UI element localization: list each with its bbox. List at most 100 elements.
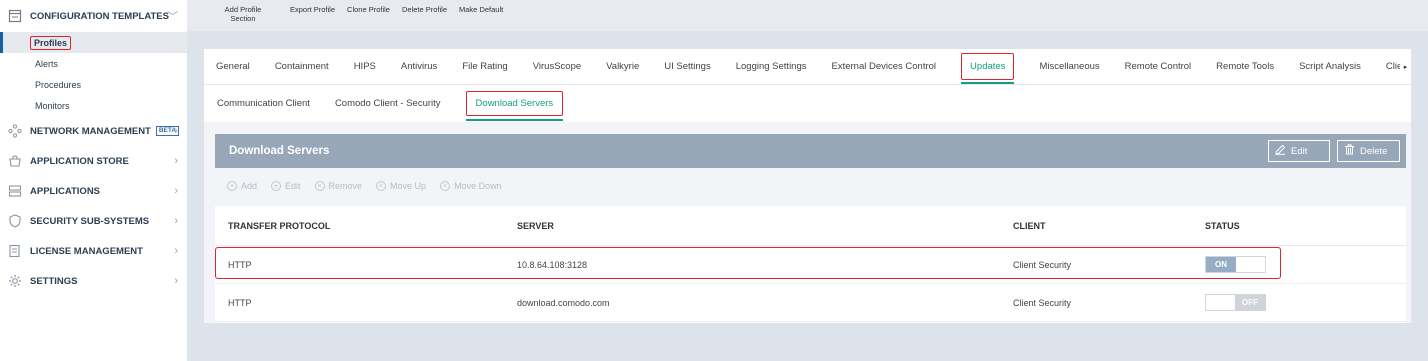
- subtab-download-servers[interactable]: Download Servers: [465, 85, 564, 121]
- clone-profile-button[interactable]: Clone Profile: [347, 5, 390, 14]
- edit-action[interactable]: + Edit: [271, 181, 301, 191]
- nav-license-management[interactable]: LICENSE MANAGEMENT ›: [0, 236, 187, 266]
- chevron-right-icon: ›: [174, 185, 178, 197]
- move-up-action[interactable]: ˄ Move Up: [376, 181, 426, 191]
- nav-network-management[interactable]: NETWORK MANAGEMENT BETA ›: [0, 116, 187, 146]
- nav-settings[interactable]: SETTINGS ›: [0, 266, 187, 296]
- nav-label: SECURITY SUB-SYSTEMS: [30, 215, 150, 227]
- sidebar-item-profiles[interactable]: Profiles: [0, 32, 187, 53]
- nav-applications[interactable]: APPLICATIONS ›: [0, 176, 187, 206]
- tab-ui-settings[interactable]: UI Settings: [664, 49, 710, 84]
- subtab-communication-client[interactable]: Communication Client: [217, 85, 310, 121]
- toggle-label: ON: [1206, 257, 1236, 272]
- delete-profile-button[interactable]: Delete Profile: [402, 5, 447, 14]
- server-cell: download.comodo.com: [517, 297, 610, 308]
- main-panel: General Containment HIPS Antivirus File …: [204, 49, 1411, 323]
- sub-items: Profiles Alerts Procedures Monitors: [0, 32, 187, 116]
- status-toggle[interactable]: ON: [1205, 256, 1266, 273]
- tab-virusscope[interactable]: VirusScope: [532, 49, 582, 84]
- nav-application-store[interactable]: APPLICATION STORE ›: [0, 146, 187, 176]
- protocol-cell: HTTP: [228, 297, 252, 308]
- table-row[interactable]: HTTP 10.8.64.108:3128 Client Security ON: [215, 246, 1406, 284]
- tab-label: Script Analysis: [1299, 61, 1361, 72]
- export-profile-button[interactable]: Export Profile: [290, 5, 335, 14]
- tab-remote-control[interactable]: Remote Control: [1124, 49, 1192, 84]
- move-down-action[interactable]: ˅ Move Down: [440, 181, 502, 191]
- add-action[interactable]: + Add: [227, 181, 257, 191]
- tab-label: Remote Tools: [1216, 61, 1275, 72]
- tab-label: VirusScope: [532, 61, 582, 72]
- tab-label: File Rating: [462, 61, 508, 72]
- download-servers-table: TRANSFER PROTOCOL SERVER CLIENT STATUS H…: [215, 206, 1406, 323]
- shield-icon: [7, 213, 23, 229]
- tab-logging-settings[interactable]: Logging Settings: [735, 49, 807, 84]
- action-label: Move Down: [454, 181, 502, 191]
- chevron-right-icon: ›: [174, 275, 178, 287]
- nav-security-sub-systems[interactable]: SECURITY SUB-SYSTEMS ›: [0, 206, 187, 236]
- tab-updates[interactable]: Updates: [961, 49, 1015, 84]
- protocol-cell: HTTP: [228, 259, 252, 270]
- delete-button[interactable]: Delete: [1337, 140, 1400, 162]
- sidebar-item-label: Profiles: [30, 35, 72, 50]
- sidebar-item-label: Procedures: [35, 79, 82, 90]
- chevron-right-icon: ›: [174, 245, 178, 257]
- license-icon: [7, 243, 23, 259]
- action-label: Add: [241, 181, 258, 191]
- nav-label: NETWORK MANAGEMENT: [30, 125, 151, 137]
- remove-action[interactable]: × Remove: [314, 181, 362, 191]
- tab-label: General: [216, 61, 250, 72]
- tab-remote-tools[interactable]: Remote Tools: [1216, 49, 1275, 84]
- table-header: TRANSFER PROTOCOL SERVER CLIENT STATUS: [215, 206, 1406, 246]
- table-row[interactable]: HTTP download.comodo.com Client Security…: [215, 284, 1406, 322]
- column-header[interactable]: TRANSFER PROTOCOL: [228, 206, 330, 245]
- store-icon: [7, 153, 23, 169]
- action-label: Edit: [285, 181, 301, 191]
- tab-external-devices-control[interactable]: External Devices Control: [831, 49, 937, 84]
- column-header[interactable]: STATUS: [1205, 206, 1240, 245]
- sidebar-item-procedures[interactable]: Procedures: [0, 74, 187, 95]
- tab-hips[interactable]: HIPS: [354, 49, 376, 84]
- subtab-label: Comodo Client - Security: [334, 97, 441, 109]
- chevron-down-icon: ﹀: [167, 11, 178, 23]
- nav-configuration-templates[interactable]: CONFIGURATION TEMPLATES ﹀: [0, 0, 187, 32]
- tab-antivirus[interactable]: Antivirus: [401, 49, 437, 84]
- sidebar-item-label: Alerts: [35, 58, 59, 69]
- sidebar-item-monitors[interactable]: Monitors: [0, 95, 187, 116]
- tab-general[interactable]: General: [216, 49, 250, 84]
- edit-label: Edit: [1291, 145, 1308, 157]
- tab-label: External Devices Control: [831, 61, 937, 72]
- status-toggle[interactable]: OFF: [1205, 294, 1266, 311]
- tab-script-analysis[interactable]: Script Analysis: [1299, 49, 1361, 84]
- tab-containment[interactable]: Containment: [275, 49, 329, 84]
- sidebar-item-label: Monitors: [35, 100, 70, 111]
- chevron-right-icon: ›: [174, 155, 178, 167]
- tab-valkyrie[interactable]: Valkyrie: [606, 49, 639, 84]
- tab-label: Remote Control: [1124, 61, 1192, 72]
- add-profile-section-button[interactable]: Add Profile Section: [224, 5, 262, 23]
- button-label-line: Section: [230, 14, 256, 23]
- tab-label: Logging Settings: [735, 61, 807, 72]
- active-indicator: [0, 32, 3, 53]
- make-default-button[interactable]: Make Default: [459, 5, 503, 14]
- panel-title: Download Servers: [229, 145, 330, 157]
- tab-scroll-right-icon[interactable]: ▸: [1400, 49, 1411, 84]
- panel-header: Download Servers Edit Delete: [215, 134, 1406, 168]
- sidebar-item-alerts[interactable]: Alerts: [0, 53, 187, 74]
- tab-label: Updates: [961, 53, 1015, 80]
- column-header[interactable]: SERVER: [517, 206, 554, 245]
- status-cell: ON: [1205, 246, 1266, 283]
- column-header[interactable]: CLIENT: [1013, 206, 1046, 245]
- nav-label: CONFIGURATION TEMPLATES: [30, 10, 169, 22]
- edit-button[interactable]: Edit: [1268, 140, 1330, 162]
- action-label: Move Up: [390, 181, 427, 191]
- subtab-label: Download Servers: [465, 90, 564, 116]
- tab-miscellaneous[interactable]: Miscellaneous: [1039, 49, 1099, 84]
- button-label-line: Add Profile: [224, 5, 262, 14]
- tab-file-rating[interactable]: File Rating: [462, 49, 508, 84]
- trash-icon: [1344, 144, 1355, 158]
- gear-icon: [7, 273, 23, 289]
- nav-label: APPLICATIONS: [30, 185, 101, 197]
- applications-icon: [7, 183, 23, 199]
- plus-icon: +: [271, 181, 282, 191]
- subtab-comodo-client-security[interactable]: Comodo Client - Security: [335, 85, 441, 121]
